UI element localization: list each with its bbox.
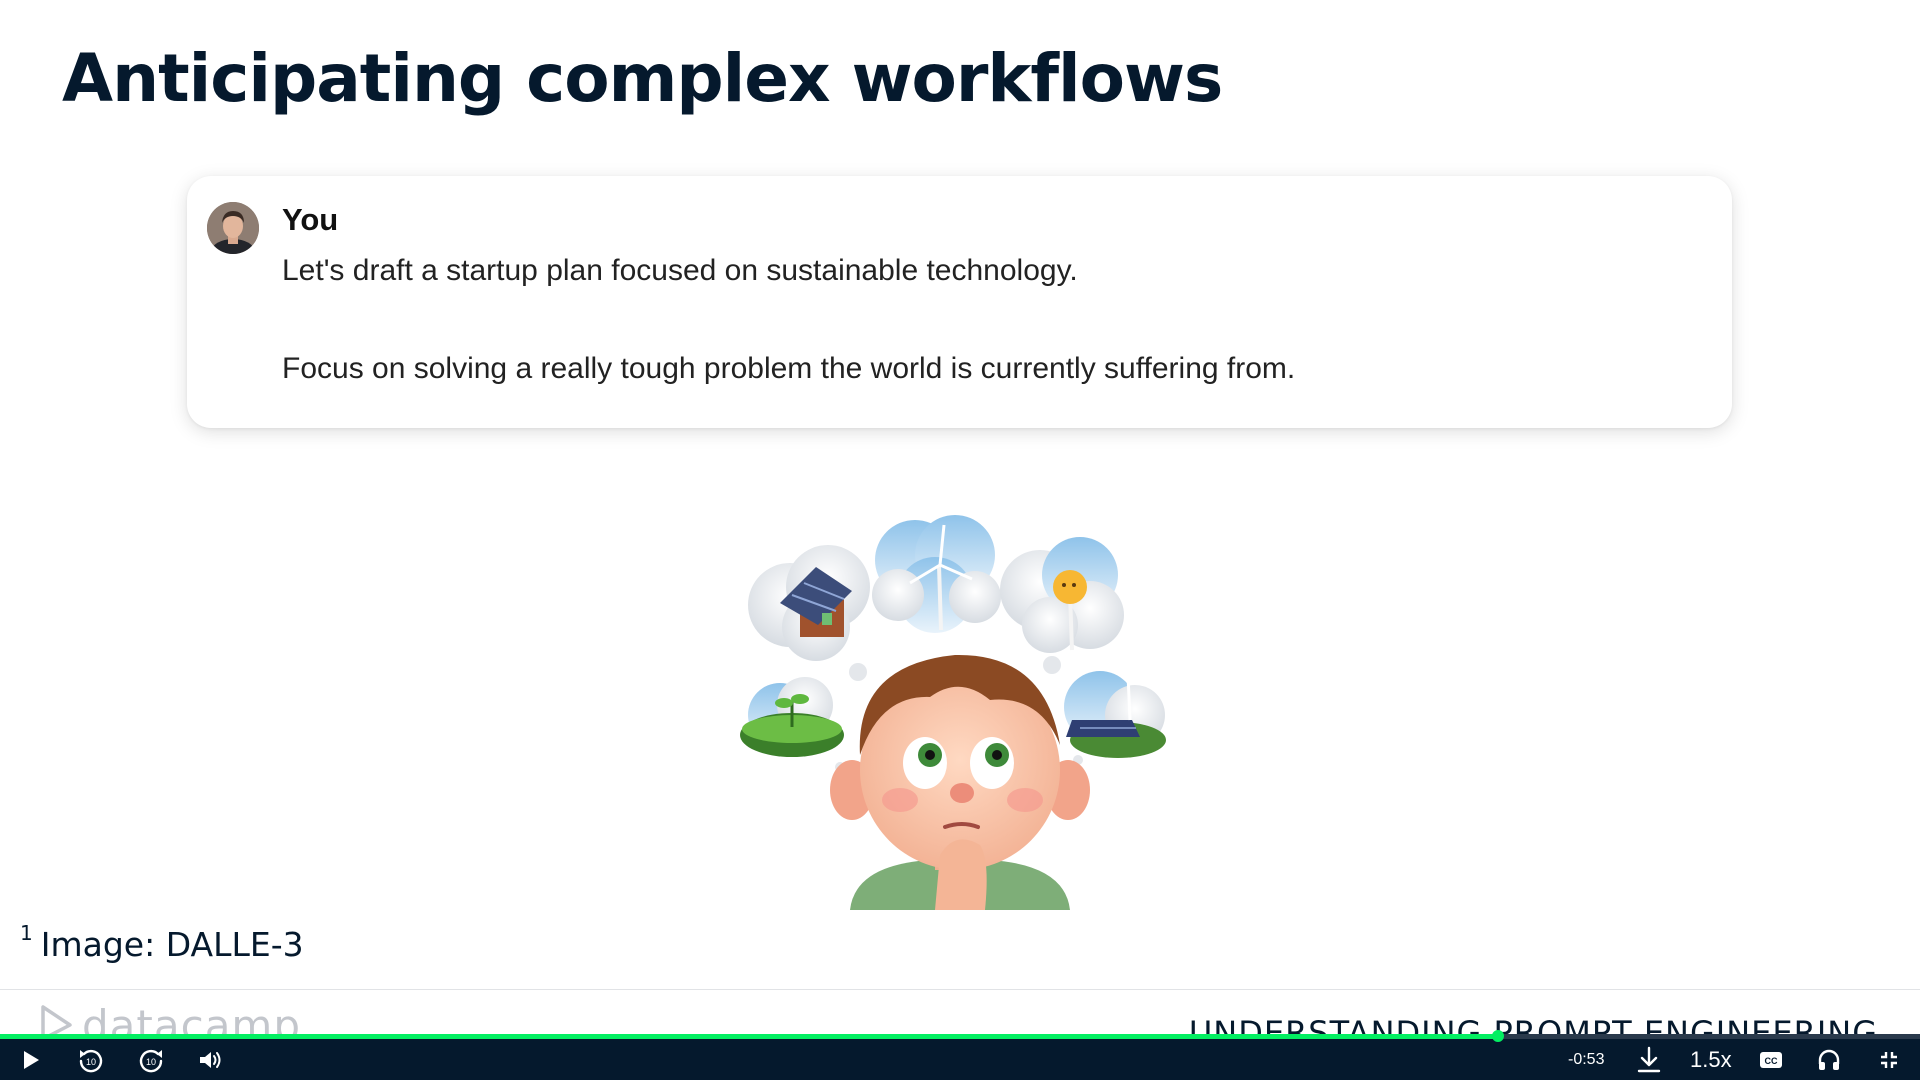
slide-title: Anticipating complex workflows bbox=[62, 40, 1223, 117]
volume-button[interactable] bbox=[194, 1039, 228, 1080]
slide: Anticipating complex workflows You Let's… bbox=[0, 0, 1920, 1036]
play-icon bbox=[24, 1050, 39, 1069]
avatar bbox=[207, 202, 259, 254]
thinking-boy-illustration bbox=[740, 515, 1180, 910]
time-remaining: -0:53 bbox=[1568, 1051, 1605, 1068]
footnote-marker: 1 bbox=[20, 921, 33, 945]
sender-name: You bbox=[282, 202, 339, 237]
chat-message-card: You Let's draft a startup plan focused o… bbox=[187, 176, 1732, 428]
download-icon bbox=[1637, 1046, 1661, 1072]
image-footnote: 1 Image: DALLE-3 bbox=[20, 921, 304, 964]
rewind-10-icon: 10 bbox=[79, 1049, 103, 1072]
exit-fullscreen-button[interactable] bbox=[1874, 1039, 1904, 1080]
headphones-icon bbox=[1818, 1049, 1840, 1070]
chat-message-line-2: Focus on solving a really tough problem … bbox=[282, 352, 1296, 385]
brand-name: datacamp bbox=[82, 1001, 302, 1037]
playback-speed-button[interactable]: 1.5x bbox=[1690, 1039, 1732, 1080]
course-title: UNDERSTANDING PROMPT ENGINEERING bbox=[1188, 1014, 1878, 1036]
forward-10-icon: 10 bbox=[139, 1049, 163, 1072]
footnote-text: Image: DALLE-3 bbox=[40, 925, 304, 964]
download-button[interactable] bbox=[1632, 1039, 1666, 1080]
headphones-button[interactable] bbox=[1814, 1039, 1844, 1080]
svg-text:CC: CC bbox=[1765, 1056, 1778, 1066]
video-progress-bar[interactable] bbox=[0, 1030, 1920, 1042]
video-controls: 10 10 -0:53 1.5x CC bbox=[0, 1039, 1920, 1080]
exit-fullscreen-icon bbox=[1881, 1051, 1897, 1068]
footer-divider bbox=[0, 989, 1920, 990]
volume-icon bbox=[200, 1051, 221, 1068]
captions-icon: CC bbox=[1760, 1051, 1782, 1068]
datacamp-logo: datacamp bbox=[40, 1005, 301, 1036]
rewind-seconds: 10 bbox=[86, 1057, 96, 1067]
play-button[interactable] bbox=[14, 1039, 48, 1080]
forward-seconds: 10 bbox=[146, 1057, 156, 1067]
progress-fill bbox=[0, 1034, 1498, 1039]
captions-button[interactable]: CC bbox=[1756, 1039, 1786, 1080]
progress-scrubber[interactable] bbox=[1491, 1030, 1504, 1042]
chat-message-line-1: Let's draft a startup plan focused on su… bbox=[282, 254, 1078, 287]
rewind-10-button[interactable]: 10 bbox=[72, 1039, 110, 1080]
datacamp-logo-icon bbox=[41, 1005, 72, 1036]
forward-10-button[interactable]: 10 bbox=[132, 1039, 170, 1080]
